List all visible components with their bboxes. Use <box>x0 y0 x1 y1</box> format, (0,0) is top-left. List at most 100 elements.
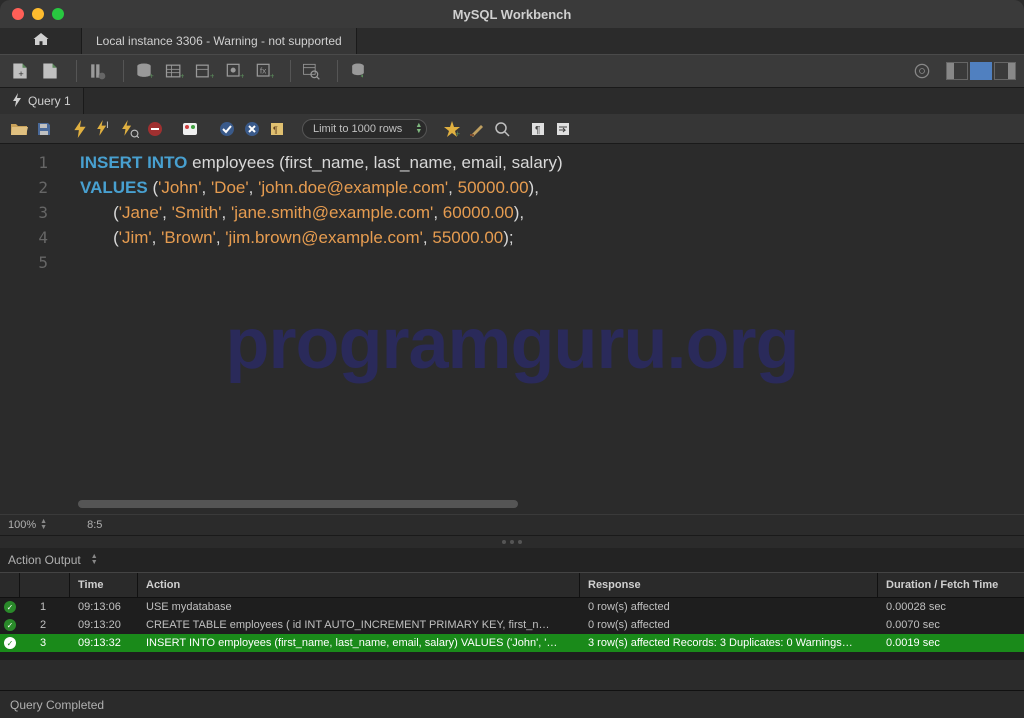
create-function-button[interactable]: fx+ <box>252 59 276 83</box>
query-tab-label: Query 1 <box>28 94 71 108</box>
row-action: CREATE TABLE employees ( id INT AUTO_INC… <box>138 619 580 631</box>
toggle-bottom-panel-button[interactable] <box>970 62 992 80</box>
toggle-ws-button[interactable]: ¶ <box>266 118 288 140</box>
toggle-autocommit-button[interactable] <box>180 118 202 140</box>
connection-tab[interactable]: Local instance 3306 - Warning - not supp… <box>82 28 357 54</box>
zoom-control[interactable]: 100% ▲▼ <box>8 519 47 531</box>
output-type-select[interactable]: Action Output <box>8 553 81 567</box>
row-time: 09:13:32 <box>70 637 138 649</box>
row-time: 09:13:20 <box>70 619 138 631</box>
svg-text:+: + <box>18 69 23 79</box>
svg-text:+: + <box>240 71 244 81</box>
svg-text:¶: ¶ <box>273 125 278 135</box>
create-table-button[interactable]: + <box>162 59 186 83</box>
connection-tab-bar: Local instance 3306 - Warning - not supp… <box>0 28 1024 54</box>
toolbar-separator <box>123 60 124 82</box>
success-icon: ✓ <box>4 637 16 649</box>
row-response: 0 row(s) affected <box>580 601 878 613</box>
table-row[interactable]: ✓ 2 09:13:20 CREATE TABLE employees ( id… <box>0 616 1024 634</box>
svg-text:I: I <box>106 120 109 130</box>
index-column-header[interactable] <box>20 573 70 597</box>
execute-button[interactable] <box>69 118 91 140</box>
home-icon <box>32 31 50 52</box>
row-index: 3 <box>20 637 70 649</box>
stepper-arrows-icon: ▲▼ <box>40 519 47 531</box>
table-body: ✓ 1 09:13:06 USE mydatabase 0 row(s) aff… <box>0 598 1024 660</box>
open-file-button[interactable] <box>8 118 30 140</box>
duration-column-header[interactable]: Duration / Fetch Time <box>878 573 1024 597</box>
toggle-invisible-button[interactable]: ¶ <box>527 118 549 140</box>
lightning-icon <box>12 93 22 110</box>
row-duration: 0.0019 sec <box>878 637 1024 649</box>
success-icon: ✓ <box>4 619 16 631</box>
home-tab[interactable] <box>0 28 82 54</box>
row-index: 1 <box>20 601 70 613</box>
maximize-window-button[interactable] <box>52 8 64 20</box>
svg-text:+: + <box>270 71 274 81</box>
settings-button[interactable] <box>910 59 934 83</box>
row-duration: 0.00028 sec <box>878 601 1024 613</box>
query-tab[interactable]: Query 1 <box>0 88 84 114</box>
create-schema-button[interactable]: + <box>132 59 156 83</box>
window-title: MySQL Workbench <box>453 7 572 22</box>
stop-button[interactable] <box>144 118 166 140</box>
time-column-header[interactable]: Time <box>70 573 138 597</box>
sql-editor[interactable]: 1 2 3 4 5 INSERT INTO employees (first_n… <box>0 144 1024 514</box>
status-column-header[interactable] <box>0 573 20 597</box>
line-number: 4 <box>0 225 48 250</box>
explain-button[interactable] <box>119 118 141 140</box>
wrap-button[interactable] <box>552 118 574 140</box>
toggle-right-panel-button[interactable] <box>994 62 1016 80</box>
dropdown-arrows-icon: ▲▼ <box>91 554 98 566</box>
status-text: Query Completed <box>10 698 104 712</box>
query-tab-bar: Query 1 <box>0 88 1024 114</box>
toolbar-separator <box>337 60 338 82</box>
commit-button[interactable] <box>216 118 238 140</box>
dropdown-arrows-icon: ▲▼ <box>415 123 422 135</box>
snippets-button[interactable] <box>491 118 513 140</box>
editor-gutter: 1 2 3 4 5 <box>0 144 58 514</box>
new-sql-tab-button[interactable]: + <box>8 59 32 83</box>
svg-text:fx: fx <box>260 66 267 76</box>
line-number: 3 <box>0 200 48 225</box>
create-procedure-button[interactable]: + <box>222 59 246 83</box>
response-column-header[interactable]: Response <box>580 573 878 597</box>
sql-editor-toolbar: I ¶ Limit to 1000 rows ▲▼ + ¶ <box>0 114 1024 144</box>
editor-code[interactable]: INSERT INTO employees (first_name, last_… <box>58 144 1024 514</box>
minimize-window-button[interactable] <box>32 8 44 20</box>
toggle-left-panel-button[interactable] <box>946 62 968 80</box>
row-time: 09:13:06 <box>70 601 138 613</box>
row-limit-select[interactable]: Limit to 1000 rows ▲▼ <box>302 119 427 139</box>
toolbar-separator <box>76 60 77 82</box>
inspector-button[interactable] <box>85 59 109 83</box>
find-button[interactable] <box>466 118 488 140</box>
beautify-button[interactable]: + <box>441 118 463 140</box>
execute-current-button[interactable]: I <box>94 118 116 140</box>
save-file-button[interactable] <box>33 118 55 140</box>
create-view-button[interactable]: + <box>192 59 216 83</box>
row-duration: 0.0070 sec <box>878 619 1024 631</box>
close-window-button[interactable] <box>12 8 24 20</box>
open-sql-script-button[interactable] <box>38 59 62 83</box>
line-number: 1 <box>0 150 48 175</box>
row-response: 3 row(s) affected Records: 3 Duplicates:… <box>580 637 878 649</box>
editor-status-bar: 100% ▲▼ 8:5 <box>0 514 1024 536</box>
search-table-data-button[interactable] <box>299 59 323 83</box>
output-panel-header: Action Output ▲▼ <box>0 548 1024 572</box>
row-limit-label: Limit to 1000 rows <box>313 123 402 135</box>
svg-text:+: + <box>149 71 154 81</box>
table-row[interactable]: ✓ 3 09:13:32 INSERT INTO employees (firs… <box>0 634 1024 652</box>
action-column-header[interactable]: Action <box>138 573 580 597</box>
rollback-button[interactable] <box>241 118 263 140</box>
panel-toggle-group <box>946 62 1016 80</box>
reconnect-button[interactable] <box>346 59 370 83</box>
cursor-position: 8:5 <box>87 519 102 531</box>
line-number: 5 <box>0 250 48 275</box>
table-row[interactable]: ✓ 1 09:13:06 USE mydatabase 0 row(s) aff… <box>0 598 1024 616</box>
main-toolbar: + + + + + fx+ <box>0 54 1024 88</box>
row-action: INSERT INTO employees (first_name, last_… <box>138 637 580 649</box>
success-icon: ✓ <box>4 601 16 613</box>
horizontal-scrollbar[interactable] <box>58 500 1024 510</box>
pane-splitter[interactable] <box>0 536 1024 548</box>
zoom-value: 100% <box>8 519 36 531</box>
